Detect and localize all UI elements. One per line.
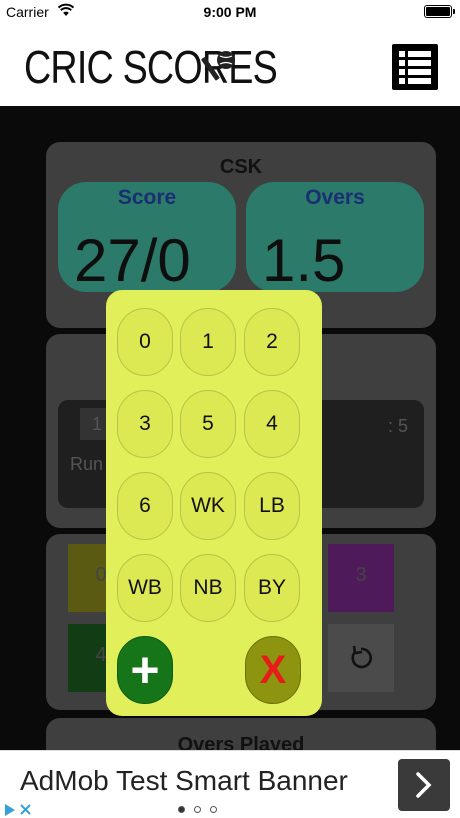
key-1[interactable]: 1 bbox=[180, 308, 236, 376]
app-header: CRIC SCORES bbox=[0, 24, 460, 106]
add-button[interactable]: + bbox=[117, 636, 173, 704]
runs-label: Run bbox=[70, 454, 104, 474]
key-5[interactable]: 5 bbox=[180, 390, 236, 458]
ratio-label: : 5 bbox=[387, 416, 408, 436]
key-0[interactable]: 0 bbox=[117, 308, 173, 376]
score-value: 27/0 bbox=[74, 227, 191, 294]
key-4[interactable]: 4 bbox=[244, 390, 300, 458]
chevron-right-icon bbox=[416, 772, 432, 798]
undo-button[interactable] bbox=[328, 624, 394, 692]
battery-icon bbox=[424, 5, 455, 18]
list-menu-icon bbox=[399, 51, 431, 57]
key-wb[interactable]: WB bbox=[117, 554, 173, 622]
score-pill: Score 27/0 bbox=[58, 182, 236, 294]
key-nb[interactable]: NB bbox=[180, 554, 236, 622]
score-label: Score bbox=[117, 186, 177, 209]
plus-icon: + bbox=[130, 642, 160, 698]
key-by[interactable]: BY bbox=[244, 554, 300, 622]
overs-played-panel: Overs Played bbox=[46, 718, 436, 750]
cricket-bat-ball-icon bbox=[201, 51, 235, 81]
key-6[interactable]: 6 bbox=[117, 472, 173, 540]
overs-pill: Overs 1.5 bbox=[246, 182, 424, 294]
status-time: 9:00 PM bbox=[203, 4, 257, 20]
tile-runs-three[interactable]: 3 bbox=[328, 544, 394, 612]
ad-text: AdMob Test Smart Banner bbox=[20, 765, 348, 796]
key-wk[interactable]: WK bbox=[180, 472, 236, 540]
ad-next-button[interactable] bbox=[398, 759, 450, 811]
overs-label: Overs bbox=[305, 186, 365, 209]
close-icon: X bbox=[259, 648, 287, 692]
cancel-button[interactable]: X bbox=[245, 636, 301, 704]
key-lb[interactable]: LB bbox=[244, 472, 300, 540]
menu-button[interactable] bbox=[392, 44, 438, 90]
key-3[interactable]: 3 bbox=[117, 390, 173, 458]
team-name: CSK bbox=[219, 156, 263, 178]
overs-played-label: Overs Played bbox=[177, 734, 305, 750]
status-bar: Carrier 9:00 PM bbox=[0, 0, 460, 24]
adchoices-icon[interactable] bbox=[0, 801, 36, 818]
ad-banner[interactable]: AdMob Test Smart Banner bbox=[0, 750, 460, 818]
key-2[interactable]: 2 bbox=[244, 308, 300, 376]
undo-icon bbox=[351, 645, 373, 669]
page-indicator bbox=[176, 805, 220, 815]
keypad-popup: 0 1 2 3 5 4 6 WK LB WB NB BY + X bbox=[106, 290, 322, 716]
overs-value: 1.5 bbox=[262, 227, 346, 294]
